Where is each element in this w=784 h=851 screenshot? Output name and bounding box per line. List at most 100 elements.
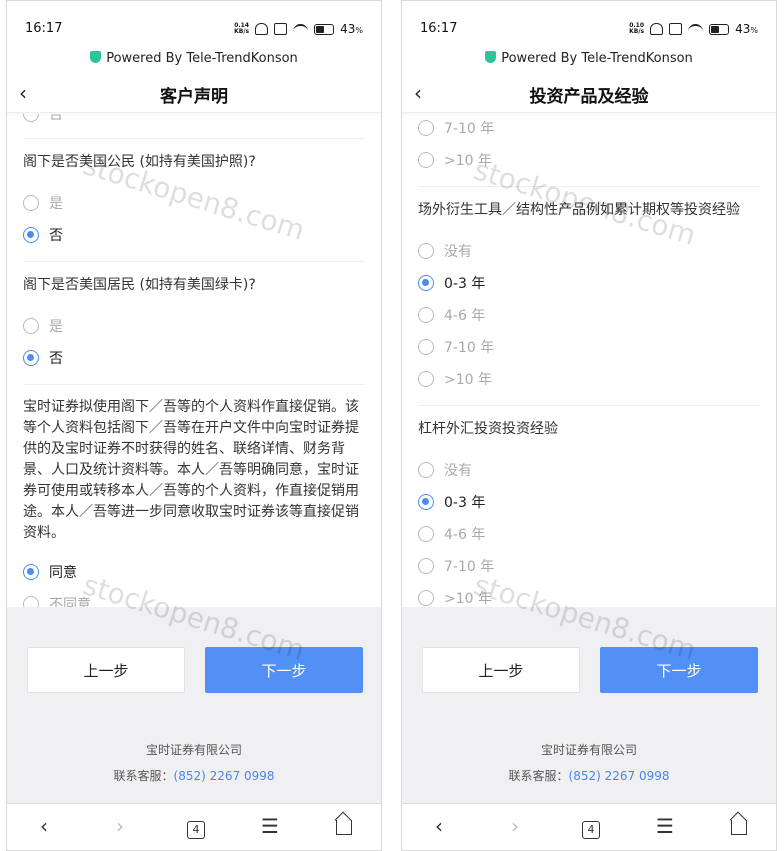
question-direct-marketing: 宝时证券拟使用阁下／吾等的个人资料作直接促销。该等个人资料包括阁下／吾等在开户文… [23,399,359,541]
radio-option-4-6[interactable]: 4-6 年 [402,518,776,550]
radio-option-10-plus[interactable]: >10 年 [402,582,776,607]
radio-option-10-plus[interactable]: >10 年 [402,363,776,395]
radio-icon [23,350,39,366]
form-content: 否 阁下是否美国公民 (如持有美国护照)? 是 否 阁下是否美国居民 (如持有美… [7,114,381,607]
footer: 上一步 下一步 宝时证券有限公司 联系客服：(852) 2267 0998 [7,607,381,803]
radio-option-7-10[interactable]: 7-10 年 [402,331,776,363]
phone-screen-right: 16:17 0.10 KB/s 43% Powered By Tele-Trend… [401,0,777,851]
radio-option-agree[interactable]: 同意 [7,556,381,588]
contact-line: 联系客服：(852) 2267 0998 [508,769,670,783]
radio-option-none[interactable]: 没有 [402,454,776,486]
radio-icon [23,227,39,243]
phone-link[interactable]: (852) 2267 0998 [174,769,275,783]
question-leveraged-fx: 杠杆外汇投资投资经验 [418,421,558,437]
radio-option-7-10[interactable]: 7-10 年 [402,550,776,582]
status-icons: 0.10 KB/s 43% [629,22,758,36]
phone-link[interactable]: (852) 2267 0998 [569,769,670,783]
radio-icon [23,596,39,607]
back-icon[interactable]: ‹ [424,814,454,838]
divider [23,261,365,262]
radio-icon [418,462,434,478]
tabs-icon[interactable]: 4 [181,814,211,839]
status-time: 16:17 [420,21,458,36]
divider [23,384,365,385]
radio-icon [418,152,434,168]
shield-icon [90,51,102,63]
status-time: 16:17 [25,21,63,36]
radio-option-none[interactable]: 没有 [402,235,776,267]
radio-option-disagree[interactable]: 不同意 [7,588,381,607]
network-speed: 0.10 KB/s [629,22,645,35]
forward-icon[interactable]: › [500,814,530,838]
form-content: 7-10 年 >10 年 场外衍生工具／结构性产品例如累计期权等投资经验 没有 … [402,114,776,607]
menu-icon[interactable]: ☰ [650,814,680,838]
battery-level: 43% [735,22,758,36]
status-bar: 16:17 0.10 KB/s 43% [402,1,776,47]
divider [23,138,365,139]
network-speed: 0.14 KB/s [234,22,250,35]
radio-option-no[interactable]: 否 [7,219,381,251]
divider [418,405,760,406]
radio-icon [418,526,434,542]
radio-icon [418,494,434,510]
back-icon[interactable]: ‹ [29,814,59,838]
browser-bottom-bar: ‹ › 4 ☰ [7,803,381,850]
nav-bar: ‹ 投资产品及经验 [402,73,776,113]
question-us-citizen: 阁下是否美国公民 (如持有美国护照)? [23,154,256,170]
question-us-resident: 阁下是否美国居民 (如持有美国绿卡)? [23,277,256,293]
next-step-button[interactable]: 下一步 [205,647,363,693]
status-bar: 16:17 0.14 KB/s 43% [7,1,381,47]
radio-option[interactable]: 否 [7,114,381,130]
radio-icon [23,318,39,334]
radio-option-yes[interactable]: 是 [7,187,381,219]
powered-by-banner: Powered By Tele-TrendKonson [402,51,776,66]
wifi-icon [293,24,309,34]
wifi-icon [688,24,704,34]
company-name: 宝时证券有限公司 [145,743,242,757]
tabs-icon[interactable]: 4 [576,814,606,839]
radio-icon [418,275,434,291]
radio-option[interactable]: 7-10 年 [402,114,776,144]
status-icons: 0.14 KB/s 43% [234,22,363,36]
sim-off-icon [669,23,683,35]
radio-icon [418,339,434,355]
radio-icon [418,120,434,136]
radio-icon [418,371,434,387]
contact-line: 联系客服：(852) 2267 0998 [113,769,275,783]
nav-bar: ‹ 客户声明 [7,73,381,113]
radio-icon [23,564,39,580]
radio-option-0-3[interactable]: 0-3 年 [402,486,776,518]
phone-screen-left: 16:17 0.14 KB/s 43% Powered By Tele-Trend… [6,0,382,851]
page-title: 投资产品及经验 [529,87,649,107]
page-title: 客户声明 [160,87,228,107]
footer: 上一步 下一步 宝时证券有限公司 联系客服：(852) 2267 0998 [402,607,776,803]
battery-level: 43% [340,22,363,36]
radio-option[interactable]: >10 年 [402,144,776,176]
home-icon[interactable] [724,814,754,840]
radio-icon [23,195,39,211]
battery-icon [314,23,335,35]
radio-option-yes[interactable]: 是 [7,310,381,342]
menu-icon[interactable]: ☰ [255,814,285,838]
battery-icon [709,23,730,35]
mute-bell-icon [255,23,269,35]
radio-option-no[interactable]: 否 [7,342,381,374]
radio-icon [23,114,39,122]
radio-icon [418,307,434,323]
divider [418,186,760,187]
next-step-button[interactable]: 下一步 [600,647,758,693]
browser-bottom-bar: ‹ › 4 ☰ [402,803,776,850]
radio-icon [418,590,434,606]
sim-off-icon [274,23,288,35]
forward-icon[interactable]: › [105,814,135,838]
radio-option-4-6[interactable]: 4-6 年 [402,299,776,331]
company-name: 宝时证券有限公司 [540,743,637,757]
radio-option-0-3[interactable]: 0-3 年 [402,267,776,299]
mute-bell-icon [650,23,664,35]
powered-by-banner: Powered By Tele-TrendKonson [7,51,381,66]
home-icon[interactable] [329,814,359,840]
radio-icon [418,558,434,574]
question-otc-derivatives: 场外衍生工具／结构性产品例如累计期权等投资经验 [418,202,740,218]
prev-step-button[interactable]: 上一步 [422,647,580,693]
prev-step-button[interactable]: 上一步 [27,647,185,693]
